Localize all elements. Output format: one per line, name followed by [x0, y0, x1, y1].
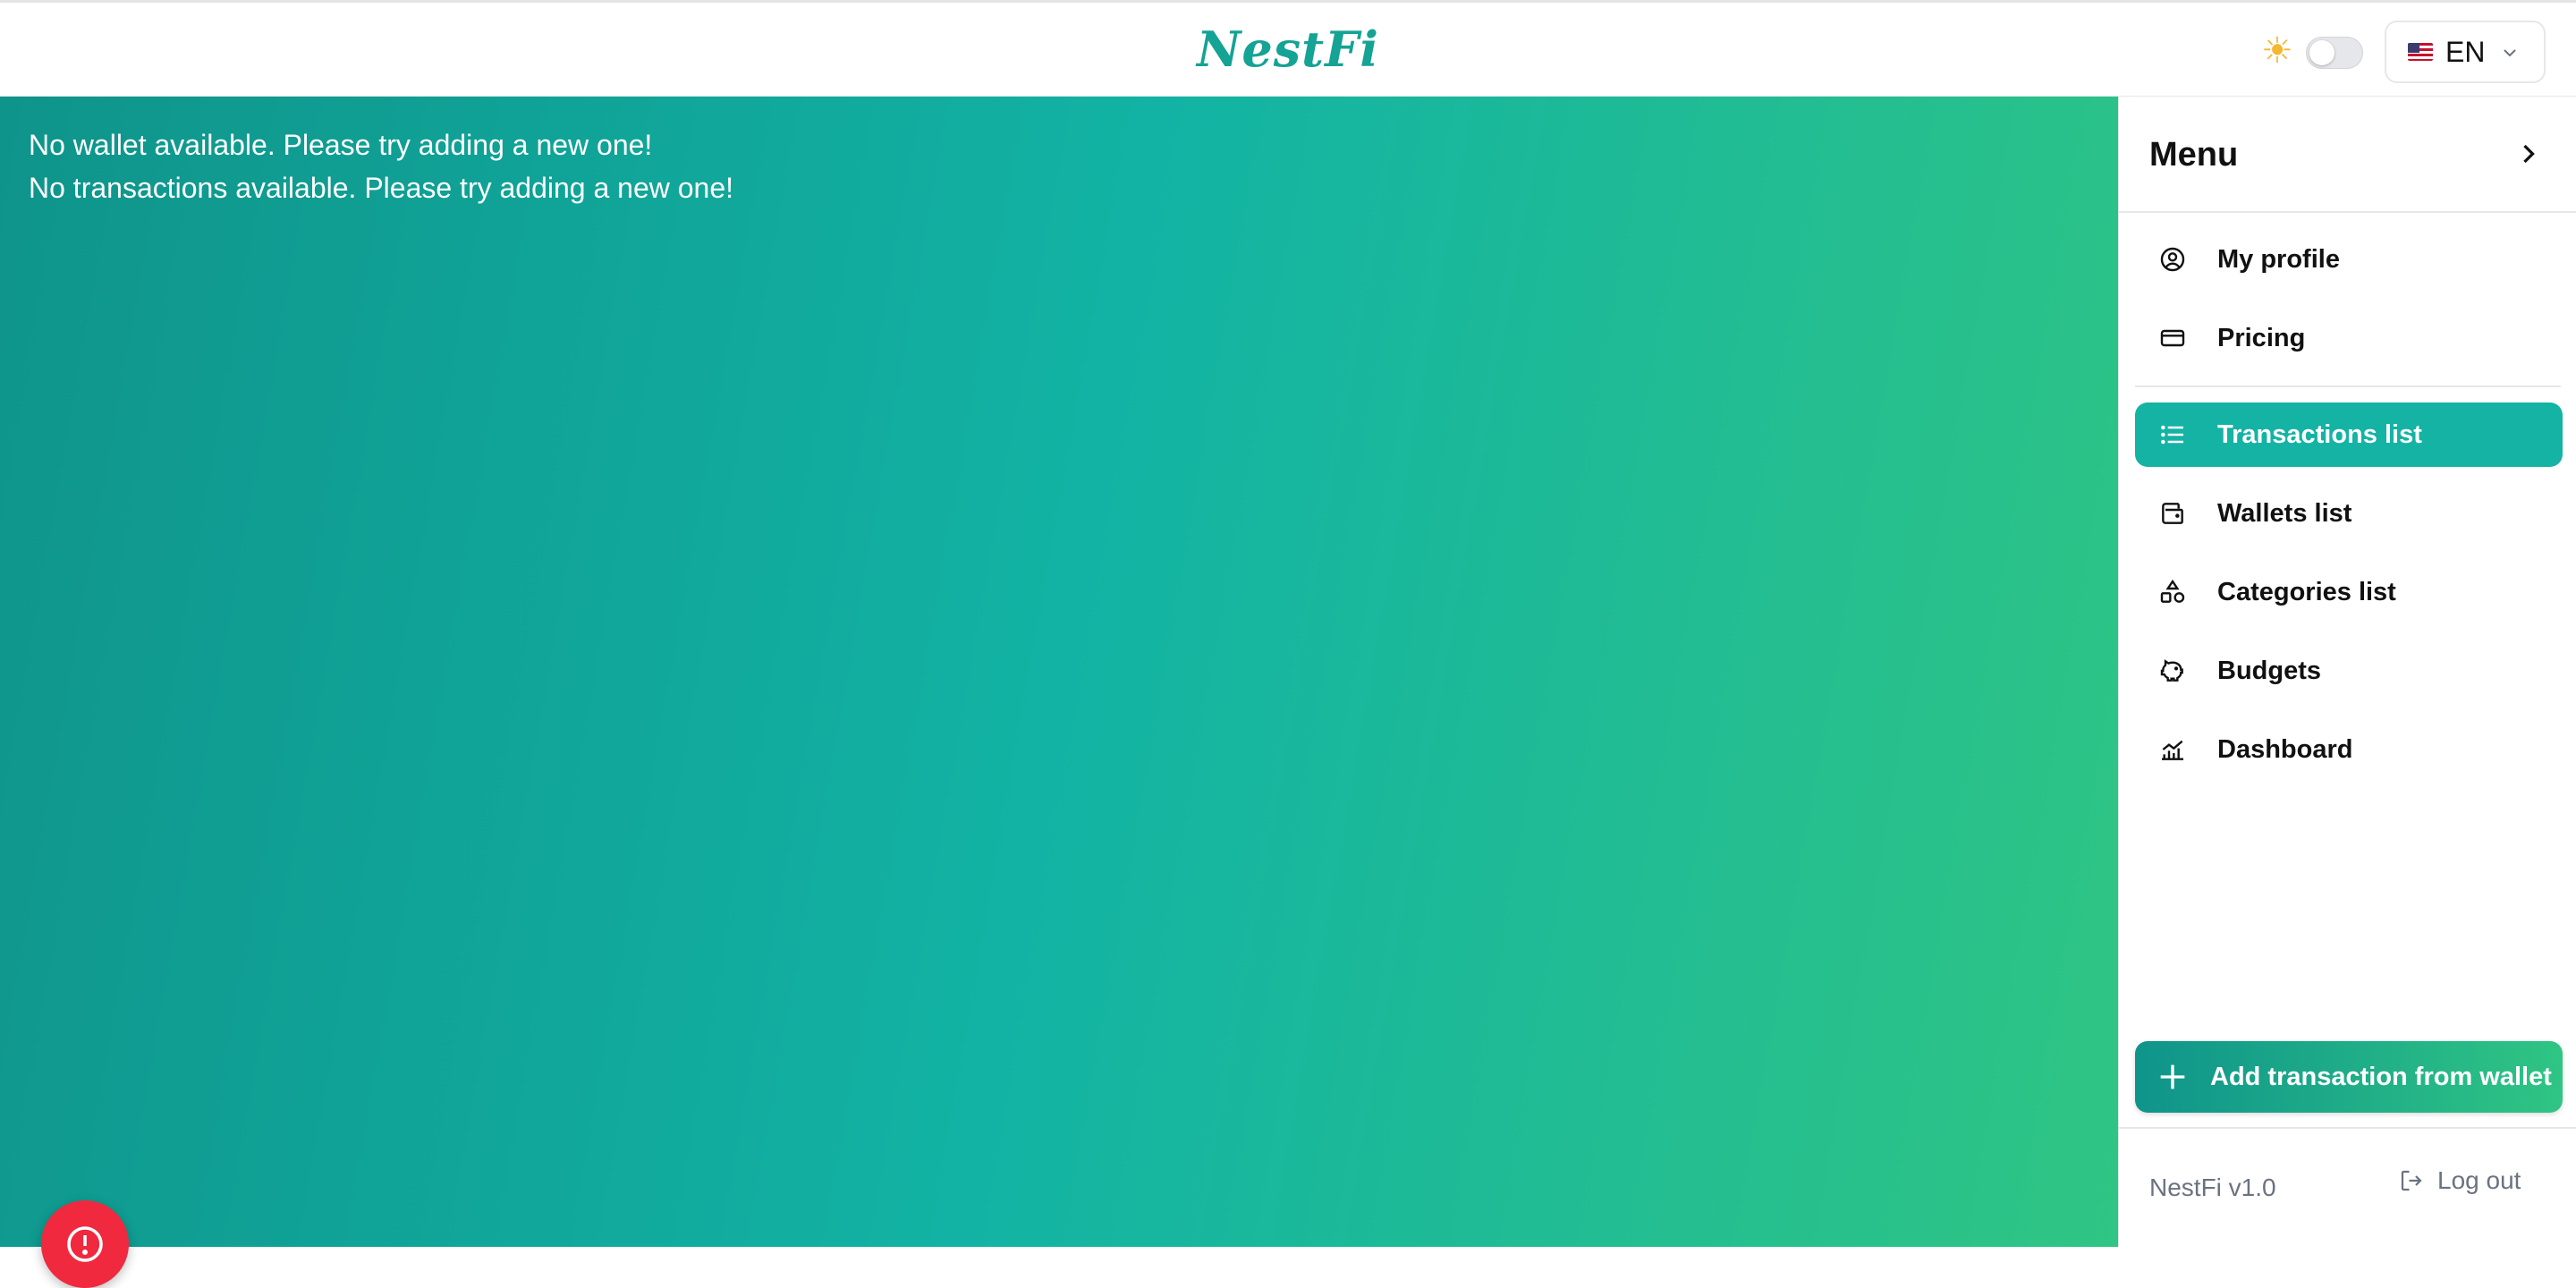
theme-toggle[interactable] — [2306, 37, 2363, 69]
us-flag-icon — [2408, 43, 2433, 61]
menu-divider — [2135, 386, 2561, 387]
sidebar-item-label: Categories list — [2217, 577, 2396, 606]
logout-label: Log out — [2437, 1166, 2521, 1194]
alert-button[interactable] — [41, 1200, 129, 1288]
sidebar-item-dashboard[interactable]: Dashboard — [2135, 717, 2563, 782]
add-transaction-label: Add transaction from wallet — [2210, 1062, 2552, 1091]
top-header: NestFi ☀ EN — [0, 0, 2576, 97]
chart-icon — [2157, 733, 2189, 766]
add-transaction-button[interactable]: Add transaction from wallet — [2135, 1041, 2563, 1113]
list-icon — [2157, 419, 2189, 451]
empty-wallet-message: No wallet available. Please try adding a… — [29, 129, 653, 161]
sidebar-item-transactions[interactable]: Transactions list — [2135, 402, 2563, 467]
shapes-icon — [2157, 576, 2189, 608]
sun-icon: ☀ — [2261, 31, 2293, 71]
sidebar-item-my-profile[interactable]: My profile — [2135, 227, 2563, 292]
sidebar-menu: Menu My profile Pricing Transactions lis… — [2118, 97, 2576, 1247]
sidebar-item-categories[interactable]: Categories list — [2135, 560, 2563, 624]
language-code: EN — [2445, 35, 2486, 68]
chevron-down-icon — [2504, 49, 2516, 57]
credit-card-icon — [2157, 322, 2189, 354]
footer-divider — [2119, 1127, 2576, 1129]
menu-title: Menu — [2149, 136, 2239, 174]
piggy-bank-icon — [2157, 655, 2189, 687]
sidebar-item-budgets[interactable]: Budgets — [2135, 639, 2563, 703]
sidebar-item-pricing[interactable]: Pricing — [2135, 306, 2563, 370]
wallet-icon — [2157, 497, 2189, 530]
sidebar-item-label: Pricing — [2217, 323, 2306, 352]
logout-button[interactable]: Log out — [2398, 1166, 2521, 1195]
sidebar-item-label: My profile — [2217, 244, 2340, 274]
logout-icon — [2401, 1170, 2422, 1191]
sidebar-item-wallets[interactable]: Wallets list — [2135, 481, 2563, 546]
menu-header: Menu — [2119, 97, 2576, 213]
toggle-knob — [2309, 40, 2334, 65]
user-circle-icon — [2157, 243, 2189, 275]
sidebar-item-label: Transactions list — [2217, 419, 2422, 449]
brand-logo[interactable]: NestFi — [0, 21, 2576, 78]
chevron-right-icon[interactable] — [2512, 138, 2545, 170]
alert-circle-icon — [67, 1226, 103, 1262]
sidebar-item-label: Budgets — [2217, 656, 2321, 685]
sidebar-item-label: Wallets list — [2217, 498, 2352, 528]
language-select[interactable]: EN — [2385, 21, 2546, 83]
empty-transactions-message: No transactions available. Please try ad… — [29, 172, 734, 204]
app-version: NestFi v1.0 — [2149, 1174, 2276, 1201]
main-content: No wallet available. Please try adding a… — [0, 97, 2118, 1288]
sidebar-item-label: Dashboard — [2217, 734, 2353, 764]
plus-icon — [2155, 1059, 2190, 1095]
